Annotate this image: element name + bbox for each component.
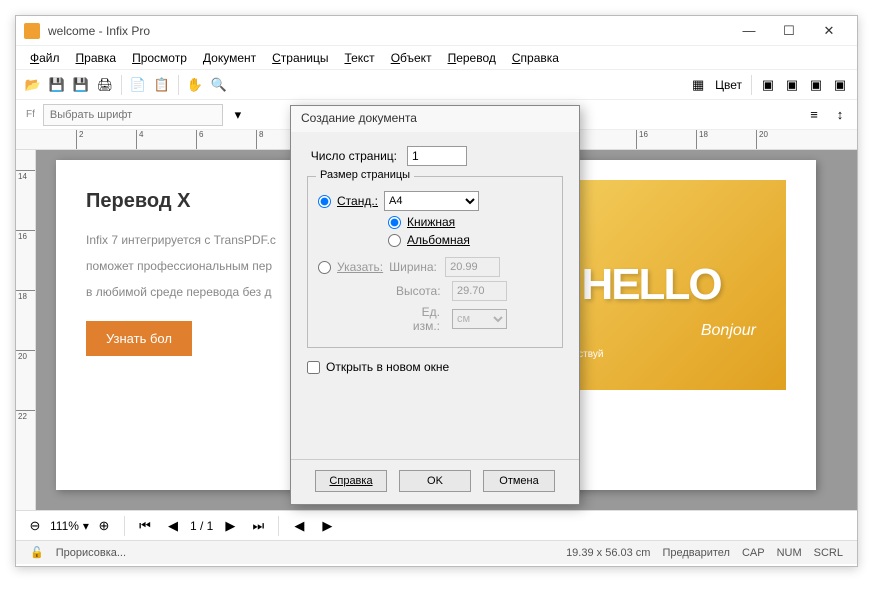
align-icon[interactable]: ≡ [803,104,825,126]
window-title: welcome - Infix Pro [48,24,150,38]
print-icon[interactable]: 🖨 [94,74,116,96]
menu-help[interactable]: Справка [506,49,565,67]
pages-label: Число страниц: [307,149,407,163]
height-label: Высота: [396,284,446,298]
tool-a-icon[interactable]: ▣ [757,74,779,96]
font-selector[interactable] [43,104,223,126]
portrait-label: Книжная [407,215,455,229]
pages-input[interactable] [407,146,467,166]
height-input [452,281,507,301]
color-swatch-icon[interactable]: ▦ [687,74,709,96]
menu-document[interactable]: Документ [197,49,262,67]
zoom-out-icon[interactable]: ⊖ [24,515,46,537]
close-button[interactable]: ✕ [809,16,849,46]
new-window-label: Открыть в новом окне [326,360,449,374]
width-input [445,257,500,277]
spacing-icon[interactable]: ↕ [829,104,851,126]
navbar: ⊖ 111% ▾ ⊕ ⏮ ◀ 1 / 1 ▶ ⏭ ◀ ▶ [16,510,857,540]
menu-translate[interactable]: Перевод [442,49,502,67]
status-num: NUM [771,547,808,559]
color-label: Цвет [711,78,746,92]
zoom-icon[interactable]: 🔍 [208,74,230,96]
next-page-icon[interactable]: ▶ [219,515,241,537]
custom-label: Указать: [337,260,383,274]
menu-pages[interactable]: Страницы [266,49,334,67]
status-cap: CAP [736,547,771,559]
size-legend: Размер страницы [316,169,414,181]
width-label: Ширина: [389,260,439,274]
toolbar-main: 📂 💾 💾 🖨 📄 📋 ✋ 🔍 ▦ Цвет ▣ ▣ ▣ ▣ [16,70,857,100]
new-window-checkbox[interactable] [307,361,320,374]
menu-text[interactable]: Текст [338,49,380,67]
cta-button[interactable]: Узнать бол [86,321,192,356]
nav-fwd-icon[interactable]: ▶ [316,515,338,537]
standard-label: Станд.: [337,194,378,208]
page-indicator: 1 / 1 [190,519,213,533]
prev-page-icon[interactable]: ◀ [162,515,184,537]
statusbar: 🔓 Прорисовка... 19.39 x 56.03 cm Предвар… [16,540,857,564]
first-page-icon[interactable]: ⏮ [134,515,156,537]
status-coords: 19.39 x 56.03 cm [560,547,656,559]
create-document-dialog: Создание документа Число страниц: Размер… [290,105,580,505]
landscape-label: Альбомная [407,233,470,247]
page-size-fieldset: Размер страницы Станд.: A4 Книжная Альбо… [307,176,563,348]
menu-edit[interactable]: Правка [70,49,123,67]
zoom-level: 111% [50,519,79,533]
portrait-radio[interactable] [388,216,401,229]
dialog-title: Создание документа [291,106,579,132]
copy-icon[interactable]: 📄 [127,74,149,96]
units-select: см [452,309,507,329]
font-icon: Ff [22,109,39,120]
last-page-icon[interactable]: ⏭ [247,515,269,537]
zoom-dropdown-icon[interactable]: ▾ [83,519,89,533]
font-dropdown-icon[interactable]: ▾ [227,104,249,126]
tool-d-icon[interactable]: ▣ [829,74,851,96]
app-icon [24,23,40,39]
custom-radio[interactable] [318,261,331,274]
zoom-in-icon[interactable]: ⊕ [93,515,115,537]
nav-back-icon[interactable]: ◀ [288,515,310,537]
hello-text: HELLO [581,260,720,310]
paper-select[interactable]: A4 [384,191,479,211]
menu-view[interactable]: Просмотр [126,49,193,67]
units-label: Ед. изм.: [396,305,446,333]
menu-file[interactable]: Файл [24,49,66,67]
maximize-button[interactable]: ☐ [769,16,809,46]
standard-radio[interactable] [318,195,331,208]
cancel-button[interactable]: Отмена [483,470,555,492]
help-button[interactable]: Справка [315,470,387,492]
minimize-button[interactable]: — [729,16,769,46]
status-preview[interactable]: Предварител [656,547,736,559]
ruler-vertical: 14 16 18 20 22 [16,150,36,510]
tool-b-icon[interactable]: ▣ [781,74,803,96]
save-icon[interactable]: 💾 [46,74,68,96]
tool-c-icon[interactable]: ▣ [805,74,827,96]
hand-icon[interactable]: ✋ [184,74,206,96]
paste-icon[interactable]: 📋 [151,74,173,96]
menu-object[interactable]: Объект [385,49,438,67]
ok-button[interactable]: OK [399,470,471,492]
status-render: Прорисовка... [50,547,132,559]
titlebar: welcome - Infix Pro — ☐ ✕ [16,16,857,46]
landscape-radio[interactable] [388,234,401,247]
saveall-icon[interactable]: 💾 [70,74,92,96]
status-scrl: SCRL [808,547,849,559]
lock-icon: 🔓 [24,546,50,559]
menubar: Файл Правка Просмотр Документ Страницы Т… [16,46,857,70]
open-icon[interactable]: 📂 [22,74,44,96]
